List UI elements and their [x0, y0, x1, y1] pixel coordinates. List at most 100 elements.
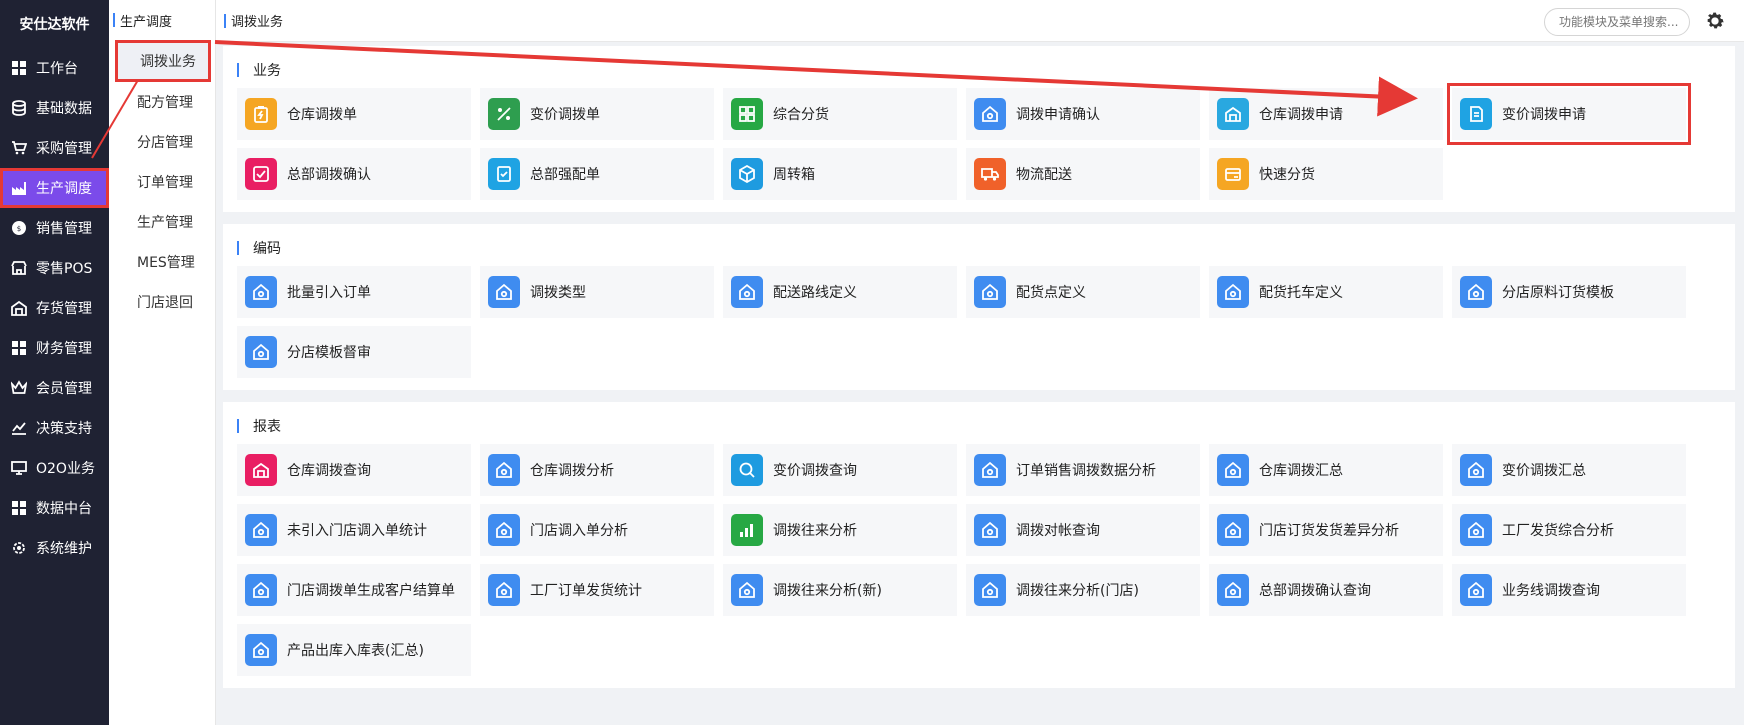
menu-tile[interactable]: 总部调拨确认查询: [1209, 564, 1443, 616]
sidebar-item-9[interactable]: 决策支持: [0, 408, 109, 448]
sidebar-item-label: 存货管理: [36, 301, 92, 317]
menu-tile-label: 门店调入单分析: [530, 523, 628, 539]
sidebar-item-4[interactable]: $ 销售管理: [0, 208, 109, 248]
menu-tile-label: 未引入门店调入单统计: [287, 523, 427, 539]
subnav-item-3[interactable]: 订单管理: [109, 162, 215, 202]
house-icon: [488, 276, 520, 308]
menu-tile[interactable]: 总部强配单: [480, 148, 714, 200]
subnav-item-5[interactable]: MES管理: [109, 242, 215, 282]
subnav-item-2[interactable]: 分店管理: [109, 122, 215, 162]
menu-tile[interactable]: 综合分货: [723, 88, 957, 140]
settings-gear-icon[interactable]: [1704, 10, 1726, 32]
menu-tile[interactable]: 物流配送: [966, 148, 1200, 200]
menu-tile[interactable]: 变价调拨汇总: [1452, 444, 1686, 496]
sidebar-item-label: 工作台: [36, 61, 78, 77]
menu-tile[interactable]: 门店订货发货差异分析: [1209, 504, 1443, 556]
menu-tile[interactable]: 配送路线定义: [723, 266, 957, 318]
house-icon: [245, 336, 277, 368]
subnav-item-1[interactable]: 配方管理: [109, 82, 215, 122]
house-icon: [488, 454, 520, 486]
sidebar-item-11[interactable]: 数据中台: [0, 488, 109, 528]
percent-icon: [488, 98, 520, 130]
sidebar-item-label: 决策支持: [36, 421, 92, 437]
sub-sidebar: 生产调度 调拨业务 配方管理 分店管理 订单管理 生产管理 MES管理 门店退回: [109, 0, 216, 725]
subnav-item-0[interactable]: 调拨业务: [115, 40, 211, 82]
svg-text:$: $: [17, 225, 21, 233]
house-icon: [245, 574, 277, 606]
section-bar-decoration: [237, 63, 239, 77]
menu-tile[interactable]: 仓库调拨汇总: [1209, 444, 1443, 496]
menu-tile-label: 门店调拨单生成客户结算单: [287, 583, 455, 599]
menu-tile[interactable]: 调拨对帐查询: [966, 504, 1200, 556]
sidebar-item-2[interactable]: 采购管理: [0, 128, 109, 168]
menu-tile[interactable]: 产品出库入库表(汇总): [237, 624, 471, 676]
menu-tile-label: 总部强配单: [530, 167, 600, 183]
sidebar-item-8[interactable]: 会员管理: [0, 368, 109, 408]
menu-tile[interactable]: 分店模板督审: [237, 326, 471, 378]
tile-grid: 批量引入订单 调拨类型 配送路线定义 配货点定义 配货托车定义 分店原料订货模板分店模板督…: [237, 266, 1721, 378]
section-title: 报表: [237, 416, 1721, 436]
menu-tile[interactable]: 工厂订单发货统计: [480, 564, 714, 616]
menu-tile-label: 仓库调拨汇总: [1259, 463, 1343, 479]
sidebar-item-10[interactable]: O2O业务: [0, 448, 109, 488]
menu-tile-label: 调拨申请确认: [1016, 107, 1100, 123]
subnav-item-6[interactable]: 门店退回: [109, 282, 215, 322]
sidebar-item-3[interactable]: 生产调度: [0, 168, 109, 208]
menu-tile[interactable]: 仓库调拨分析: [480, 444, 714, 496]
menu-tile[interactable]: 变价调拨单: [480, 88, 714, 140]
menu-tile-label: 仓库调拨申请: [1259, 107, 1343, 123]
sidebar-item-7[interactable]: 财务管理: [0, 328, 109, 368]
crown-icon: [10, 379, 28, 397]
menu-tile[interactable]: 门店调入单分析: [480, 504, 714, 556]
sidebar-item-12[interactable]: 系统维护: [0, 528, 109, 568]
menu-tile[interactable]: 调拨类型: [480, 266, 714, 318]
warehouse-icon: [1217, 98, 1249, 130]
menu-tile[interactable]: 调拨往来分析: [723, 504, 957, 556]
menu-tile-label: 批量引入订单: [287, 285, 371, 301]
menu-tile[interactable]: 批量引入订单: [237, 266, 471, 318]
sidebar-item-label: 数据中台: [36, 501, 92, 517]
house-icon: [1217, 454, 1249, 486]
menu-tile[interactable]: 订单销售调拨数据分析: [966, 444, 1200, 496]
house-icon: [488, 574, 520, 606]
menu-tile[interactable]: 仓库调拨申请: [1209, 88, 1443, 140]
menu-tile[interactable]: 仓库调拨单: [237, 88, 471, 140]
menu-tile[interactable]: 变价调拨申请: [1447, 83, 1691, 145]
house-icon: [245, 514, 277, 546]
doc-icon: [1460, 98, 1492, 130]
house-icon: [1460, 514, 1492, 546]
title-bar-decoration: [113, 13, 115, 27]
warehouse-icon: [10, 299, 28, 317]
sidebar-item-0[interactable]: 工作台: [0, 48, 109, 88]
menu-tile[interactable]: 配货托车定义: [1209, 266, 1443, 318]
menu-tile[interactable]: 快速分货: [1209, 148, 1443, 200]
menu-tile[interactable]: 调拨申请确认: [966, 88, 1200, 140]
menu-tile-label: 总部调拨确认查询: [1259, 583, 1371, 599]
search-input[interactable]: [1544, 8, 1690, 36]
menu-tile[interactable]: 分店原料订货模板: [1452, 266, 1686, 318]
menu-tile[interactable]: 仓库调拨查询: [237, 444, 471, 496]
sidebar-item-6[interactable]: 存货管理: [0, 288, 109, 328]
house-icon: [974, 574, 1006, 606]
section-title: 编码: [237, 238, 1721, 258]
house-icon: [1460, 574, 1492, 606]
menu-tile-label: 配货点定义: [1016, 285, 1086, 301]
menu-tile-label: 仓库调拨单: [287, 107, 357, 123]
subnav-item-4[interactable]: 生产管理: [109, 202, 215, 242]
menu-tile[interactable]: 调拨往来分析(新): [723, 564, 957, 616]
database-icon: [10, 99, 28, 117]
menu-tile[interactable]: 门店调拨单生成客户结算单: [237, 564, 471, 616]
menu-tile[interactable]: 业务线调拨查询: [1452, 564, 1686, 616]
sidebar-item-1[interactable]: 基础数据: [0, 88, 109, 128]
menu-tile[interactable]: 工厂发货综合分析: [1452, 504, 1686, 556]
menu-tile[interactable]: 周转箱: [723, 148, 957, 200]
menu-tile-label: 变价调拨汇总: [1502, 463, 1586, 479]
menu-tile[interactable]: 配货点定义: [966, 266, 1200, 318]
sidebar-item-5[interactable]: 零售POS: [0, 248, 109, 288]
menu-tile[interactable]: 未引入门店调入单统计: [237, 504, 471, 556]
monitor-icon: [10, 459, 28, 477]
menu-tile[interactable]: 变价调拨查询: [723, 444, 957, 496]
menu-tile[interactable]: 总部调拨确认: [237, 148, 471, 200]
menu-tile[interactable]: 调拨往来分析(门店): [966, 564, 1200, 616]
section-0: 业务 仓库调拨单 变价调拨单 综合分货 调拨申请确认 仓库调拨申请 变价调拨申请 总部调拨确认…: [223, 46, 1735, 212]
